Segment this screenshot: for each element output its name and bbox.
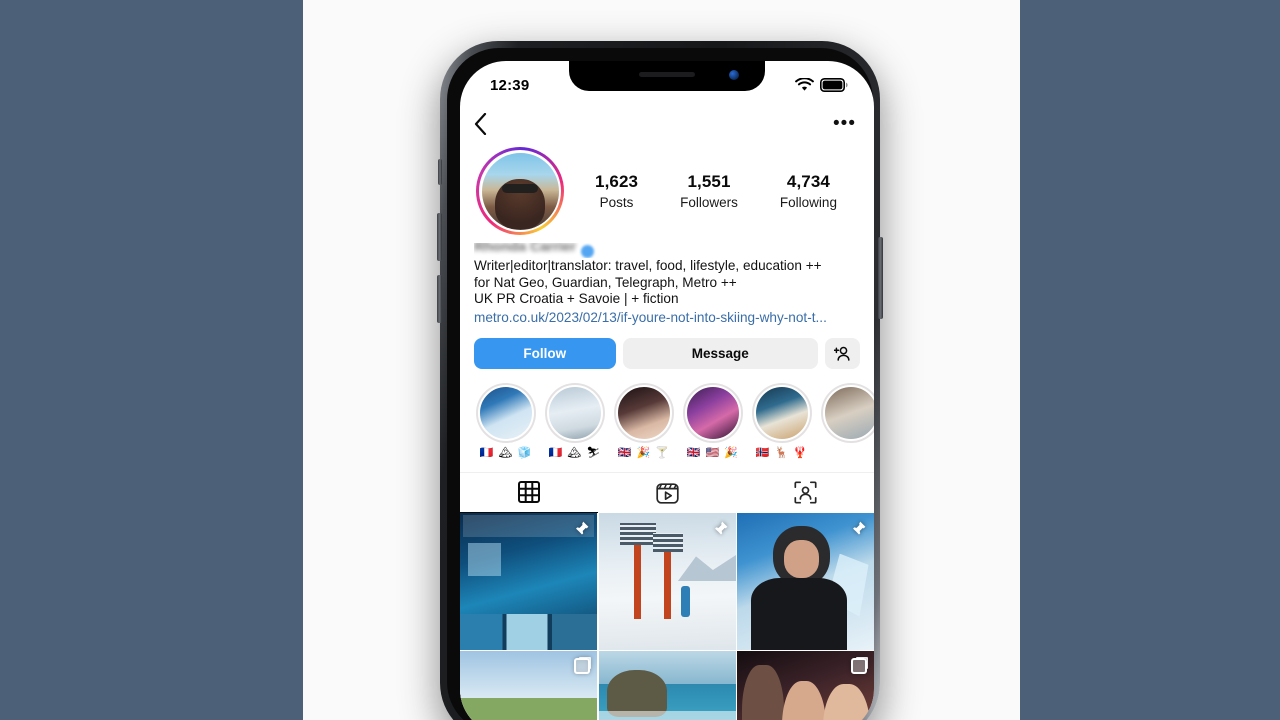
highlight-thumbnail: [478, 384, 534, 441]
profile-action-buttons: Follow Message: [460, 326, 874, 369]
highlight-item[interactable]: 🇫🇷 🏔 ⛷: [545, 382, 605, 460]
highlight-label: 🇬🇧 🎉 🍸: [617, 446, 671, 459]
pinned-post-icon: [852, 521, 866, 535]
profile-name-row: Rhonda Carrier: [474, 243, 860, 258]
stat-followers-value: 1,551: [687, 172, 731, 191]
front-camera-icon: [729, 70, 739, 80]
stat-following[interactable]: 4,734 Following: [780, 172, 837, 210]
profile-nav-bar: •••: [460, 105, 874, 143]
stat-followers-label: Followers: [680, 195, 738, 210]
post-cell[interactable]: Five no-fly family trips for 2023: [598, 651, 736, 720]
tab-reels[interactable]: [598, 473, 736, 513]
stat-followers[interactable]: 1,551 Followers: [680, 172, 738, 210]
volume-down-button[interactable]: [437, 275, 442, 323]
stat-posts-label: Posts: [599, 195, 634, 210]
phone-bezel: 12:39 ••• 1,623 Posts 1,551 Followers 4,…: [447, 48, 874, 720]
post-cell[interactable]: [737, 651, 874, 720]
highlight-thumbnail: [547, 384, 603, 441]
stat-posts-value: 1,623: [595, 172, 639, 191]
pinned-post-icon: [575, 521, 589, 535]
volume-up-button[interactable]: [437, 213, 442, 261]
post-cell[interactable]: [460, 651, 597, 720]
tagged-person-icon: [793, 481, 817, 504]
grid-icon: [518, 481, 540, 503]
highlight-thumbnail: [685, 384, 741, 441]
add-person-icon: [834, 346, 850, 361]
phone-frame: 12:39 ••• 1,623 Posts 1,551 Followers 4,…: [437, 41, 883, 720]
pinned-post-icon: [713, 521, 727, 535]
add-person-button[interactable]: [825, 337, 860, 369]
highlight-item[interactable]: 🇬🇧 🇺🇸 🎉: [683, 382, 743, 460]
highlight-item[interactable]: 🇳🇴 🦌 🦞: [752, 382, 812, 460]
phone-device-mockup: 12:39 ••• 1,623 Posts 1,551 Followers 4,…: [437, 41, 883, 720]
display-notch: [569, 61, 765, 91]
post-cell[interactable]: [460, 512, 597, 650]
avatar-ring: [479, 150, 561, 232]
bio-line-3: UK PR Croatia + Savoie | + fiction: [474, 291, 679, 306]
post-image: [598, 651, 736, 720]
avatar[interactable]: [476, 147, 564, 235]
highlight-item[interactable]: 🇬🇧 🎉 🍸: [614, 382, 674, 460]
follow-button[interactable]: Follow: [474, 337, 616, 369]
battery-icon: [820, 78, 848, 92]
tab-tagged[interactable]: [736, 473, 874, 513]
highlight-label: 🇬🇧 🇺🇸 🎉: [686, 446, 740, 459]
phone-screen: 12:39 ••• 1,623 Posts 1,551 Followers 4,…: [460, 61, 874, 720]
profile-header: 1,623 Posts 1,551 Followers 4,734 Follow…: [460, 143, 874, 235]
highlight-label: 🇫🇷 🏔 ⛷: [548, 446, 602, 459]
avatar-image: [481, 152, 559, 230]
verified-badge-icon: [580, 245, 594, 258]
post-cell[interactable]: [598, 512, 736, 650]
post-cell[interactable]: [737, 512, 874, 650]
tab-grid[interactable]: [460, 473, 598, 513]
profile-tab-bar: [460, 471, 874, 513]
profile-display-name: Rhonda Carrier: [474, 243, 576, 254]
chevron-left-icon[interactable]: [474, 113, 487, 135]
bio-external-link[interactable]: metro.co.uk/2023/02/13/if-youre-not-into…: [474, 309, 860, 326]
wifi-icon: [795, 78, 814, 91]
bio-line-2: for Nat Geo, Guardian, Telegraph, Metro …: [474, 274, 737, 290]
multi-photo-icon: [851, 658, 867, 674]
story-highlights: 🇫🇷 🏔 🧊 🇫🇷 🏔 ⛷ 🇬🇧 🎉 🍸 🇬🇧 🇺🇸 🎉 🇳🇴 🦌 🦞: [460, 369, 874, 460]
post-grid: Five no-fly family trips for 2023: [460, 512, 874, 720]
profile-bio: Rhonda Carrier Writer|editor|translator:…: [460, 235, 874, 326]
highlight-item[interactable]: 🇫🇷 🏔 🧊: [476, 382, 536, 460]
highlight-label: 🇳🇴 🦌 🦞: [755, 446, 809, 459]
stat-posts[interactable]: 1,623 Posts: [595, 172, 638, 210]
profile-stats: 1,623 Posts 1,551 Followers 4,734 Follow…: [564, 172, 858, 210]
stat-following-label: Following: [779, 195, 837, 210]
status-time: 12:39: [490, 76, 530, 94]
more-horizontal-icon[interactable]: •••: [833, 114, 856, 133]
multi-photo-icon: [574, 658, 590, 674]
message-button[interactable]: Message: [622, 337, 818, 369]
stat-following-value: 4,734: [786, 172, 830, 191]
highlight-thumbnail: [823, 384, 874, 441]
highlight-thumbnail: [616, 384, 672, 441]
status-indicators: [795, 74, 848, 92]
bio-line-1: Writer|editor|translator: travel, food, …: [474, 258, 822, 273]
reels-icon: [655, 483, 679, 504]
highlight-item-partial[interactable]: [821, 382, 874, 460]
highlight-label: 🇫🇷 🏔 🧊: [479, 446, 533, 459]
power-button[interactable]: [878, 237, 883, 319]
highlight-thumbnail: [754, 384, 810, 441]
earpiece-speaker-icon: [639, 72, 695, 77]
silent-switch-button[interactable]: [438, 159, 442, 185]
